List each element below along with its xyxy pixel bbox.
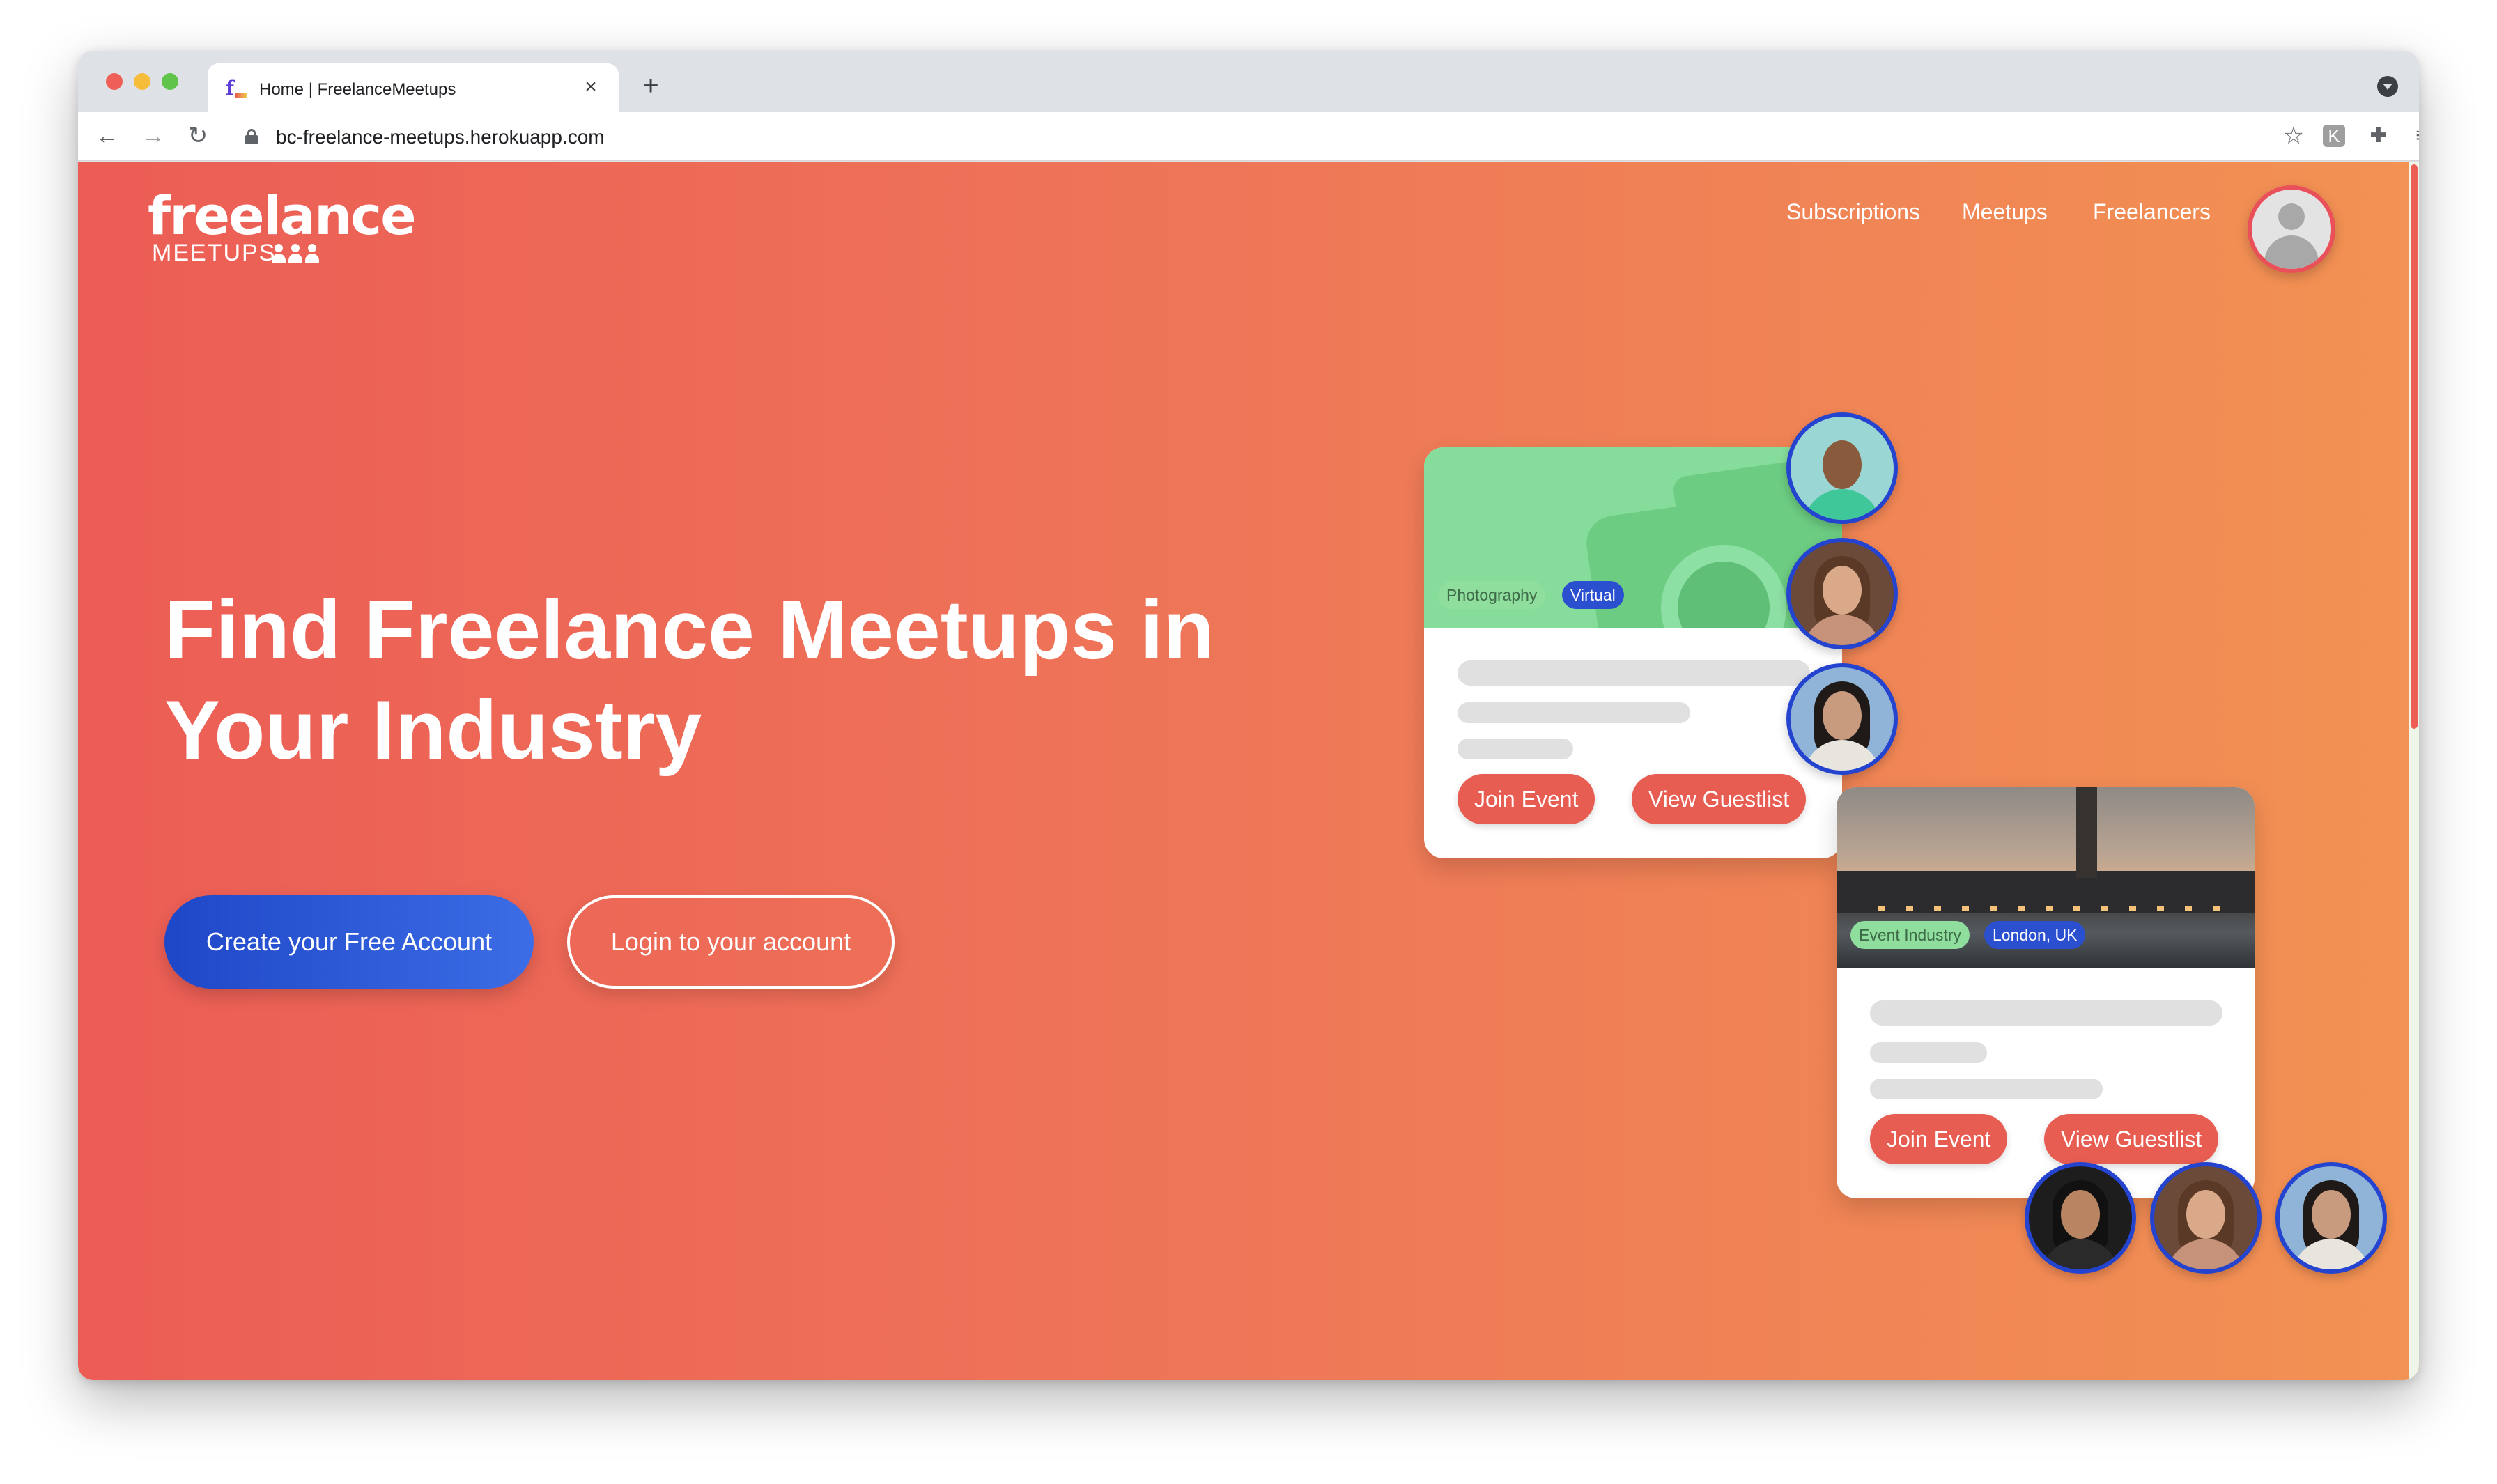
logo-wordmark: freelance (148, 185, 417, 247)
attendee-avatar[interactable] (2275, 1162, 2387, 1274)
address-bar[interactable]: bc-freelance-meetups.herokuapp.com (276, 126, 605, 148)
media-icon[interactable]: ≡ (2408, 122, 2419, 150)
skeleton-line (1870, 1079, 2103, 1099)
reload-icon[interactable]: ↻ (184, 122, 212, 150)
tab-title: Home | FreelanceMeetups (259, 80, 456, 99)
site-logo[interactable]: freelance MEETUPS (148, 188, 417, 266)
tab-close-button[interactable]: × (578, 75, 603, 100)
minimize-window-button[interactable] (134, 73, 150, 90)
skeleton-line (1870, 1042, 1987, 1063)
nav-meetups[interactable]: Meetups (1962, 199, 2048, 225)
join-event-button[interactable]: Join Event (1870, 1114, 2008, 1164)
extension-icon[interactable]: K (2323, 125, 2345, 147)
tag-location: Virtual (1562, 581, 1624, 609)
browser-toolbar: ← → ↻ bc-freelance-meetups.herokuapp.com… (78, 112, 2419, 161)
page-viewport: freelance MEETUPS Subscriptions Meetups … (78, 162, 2419, 1380)
login-button[interactable]: Login to your account (567, 895, 895, 989)
scrollbar-thumb[interactable] (2411, 164, 2418, 729)
attendee-avatar[interactable] (2150, 1162, 2262, 1274)
tab-strip: f Home | FreelanceMeetups × + (78, 51, 2419, 112)
nav-subscriptions[interactable]: Subscriptions (1786, 199, 1920, 225)
logo-subtitle: MEETUPS (152, 240, 277, 266)
tag-location: London, UK (1984, 921, 2086, 949)
people-icon (272, 244, 320, 265)
tab-home[interactable]: f Home | FreelanceMeetups × (208, 63, 619, 112)
event-card-london: Event Industry London, UK Join Event Vie… (1837, 787, 2255, 1198)
event-image-camera: Photography Virtual (1424, 447, 1842, 628)
browser-window: f Home | FreelanceMeetups × + ← → ↻ bc-f… (78, 51, 2419, 1380)
hero-title-line-1: Find Freelance Meetups in (164, 583, 1214, 677)
lock-icon[interactable] (245, 129, 258, 144)
attendee-avatar[interactable] (1786, 538, 1898, 649)
new-tab-button[interactable]: + (635, 70, 666, 101)
back-arrow-icon[interactable]: ← (93, 122, 121, 150)
nav-freelancers[interactable]: Freelancers (2093, 199, 2211, 225)
view-guestlist-button[interactable]: View Guestlist (1632, 774, 1807, 824)
event-card-photography: Photography Virtual Join Event View Gues… (1424, 447, 1842, 858)
create-account-button[interactable]: Create your Free Account (164, 895, 534, 989)
attendee-avatar[interactable] (1786, 412, 1898, 524)
star-icon[interactable]: ☆ (2280, 122, 2307, 150)
skeleton-line (1458, 702, 1690, 723)
puzzle-icon[interactable]: ✚ (2365, 122, 2392, 150)
attendee-avatar[interactable] (2025, 1162, 2136, 1274)
hero-title-line-2: Your Industry (164, 683, 702, 777)
skeleton-line (1870, 1000, 2222, 1026)
site-favicon-icon: f (226, 77, 248, 100)
maximize-window-button[interactable] (162, 73, 178, 90)
skeleton-line (1458, 739, 1573, 759)
skeleton-line (1458, 660, 1810, 686)
tag-category: Photography (1438, 581, 1546, 609)
forward-arrow-icon[interactable]: → (139, 122, 167, 150)
event-image-london: Event Industry London, UK (1837, 787, 2255, 968)
view-guestlist-button[interactable]: View Guestlist (2044, 1114, 2219, 1164)
close-window-button[interactable] (106, 73, 123, 90)
tab-search-icon[interactable] (2377, 76, 2398, 97)
attendee-avatar[interactable] (1786, 663, 1898, 775)
user-avatar[interactable] (2248, 185, 2335, 273)
hero-title: Find Freelance Meetups in Your Industry (164, 580, 1349, 780)
tag-category: Event Industry (1850, 921, 1970, 949)
scrollbar[interactable] (2409, 162, 2419, 1380)
join-event-button[interactable]: Join Event (1458, 774, 1595, 824)
